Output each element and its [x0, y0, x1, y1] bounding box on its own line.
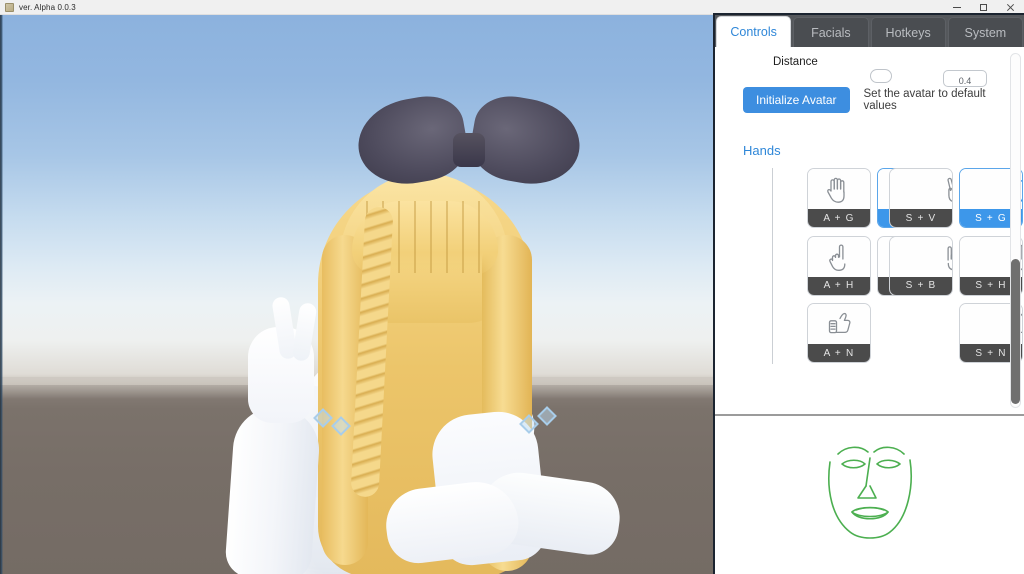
tab-strip: Controls Facials Hotkeys System	[715, 15, 1024, 47]
hand-preset-label: S + B	[890, 276, 952, 295]
hand-preset-label: A + H	[808, 276, 870, 295]
window-title: ver. Alpha 0.0.3	[19, 2, 76, 12]
avatar-sleeve-trim-left	[313, 407, 358, 441]
face-tracking-preview	[715, 416, 1024, 574]
hand-preset-s-b[interactable]: S + B	[889, 235, 953, 296]
tab-hotkeys[interactable]: Hotkeys	[870, 17, 946, 47]
hand-preset-label: A + N	[808, 344, 870, 363]
distance-label: Distance	[773, 56, 818, 68]
pointing-finger-icon	[808, 236, 870, 277]
hand-preset-s-v[interactable]: S + V	[889, 168, 953, 228]
rock-horns-icon	[890, 236, 952, 277]
hand-preset-a-g[interactable]: A + G	[807, 168, 871, 228]
avatar-model[interactable]	[100, 15, 625, 574]
hand-preset-a-n[interactable]: A + N	[807, 303, 871, 364]
avatar-sleeve-trim-right	[519, 406, 564, 441]
application-window: ver. Alpha 0.0.3 Controls Facials Hotkey…	[0, 0, 1024, 574]
control-panel: Controls Facials Hotkeys System Distance…	[713, 13, 1024, 574]
tab-facials[interactable]: Facials	[793, 17, 869, 47]
avatar-arm-left	[224, 404, 322, 574]
tab-controls[interactable]: Controls	[716, 16, 792, 47]
tab-system[interactable]: System	[947, 17, 1023, 47]
hands-empty-slot	[889, 303, 953, 363]
avatar-bow-knot	[453, 133, 485, 167]
thumbs-up-icon	[808, 304, 870, 345]
hands-column-divider	[771, 168, 773, 364]
controls-scroll-area[interactable]: Distance 0.4 Initialize Avatar Set the a…	[715, 47, 1024, 416]
app-icon	[5, 2, 14, 12]
viewport-left-edge	[0, 15, 3, 574]
scrollbar-thumb[interactable]	[1011, 259, 1020, 404]
hand-preset-a-h[interactable]: A + H	[807, 235, 871, 296]
hands-section-title: Hands	[743, 143, 781, 158]
hand-preset-label: A + G	[808, 209, 870, 227]
hand-preset-label: S + V	[890, 209, 952, 227]
distance-value: 0.4	[958, 76, 972, 86]
open-hand-icon	[808, 169, 870, 209]
initialize-help-text: Set the avatar to default values	[863, 88, 986, 112]
distance-value-input[interactable]: 0.4	[943, 70, 987, 87]
peace-sign-icon	[890, 169, 952, 209]
distance-row: Distance 0.4	[715, 47, 1009, 87]
initialize-avatar-button[interactable]: Initialize Avatar	[743, 87, 850, 113]
hands-grid: A + G A + V	[715, 168, 1023, 374]
controls-scrollbar[interactable]	[1010, 53, 1021, 408]
distance-slider[interactable]	[870, 69, 904, 87]
